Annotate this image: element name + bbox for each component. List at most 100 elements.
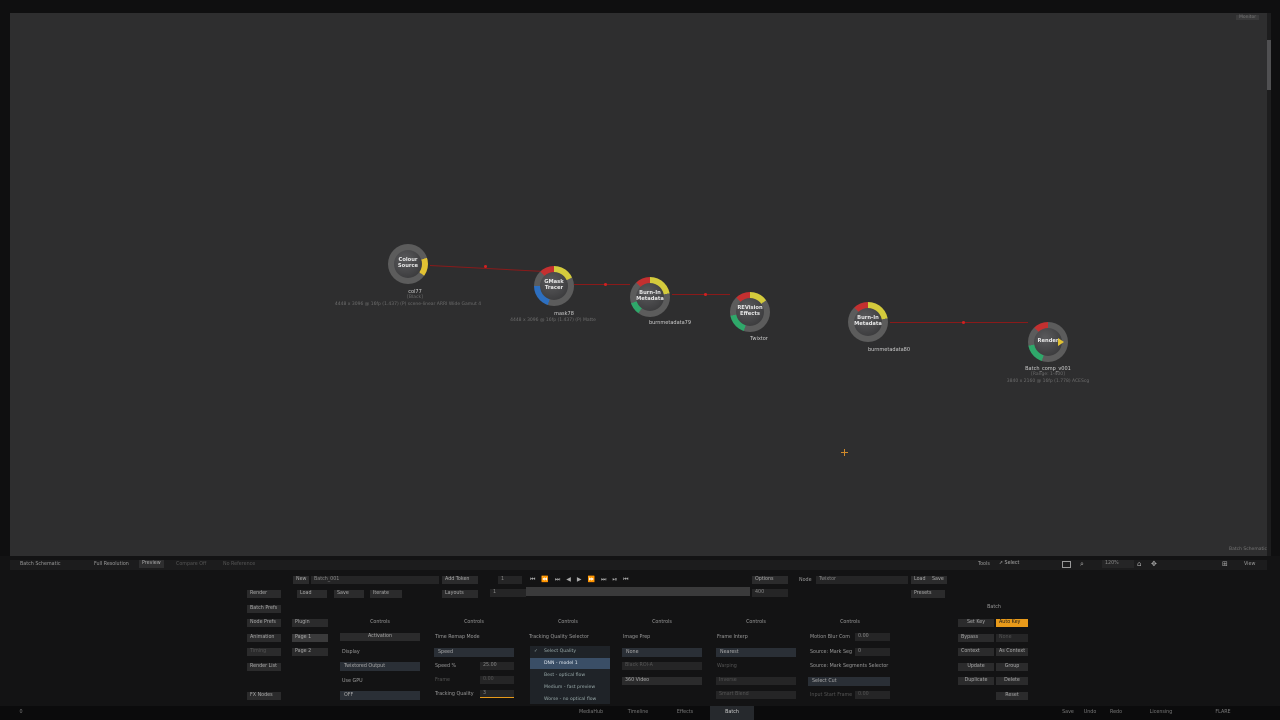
duplicate-button[interactable]: Duplicate xyxy=(958,677,994,685)
bypass-button[interactable]: Bypass xyxy=(958,634,994,642)
mark-seg-label: Source: Mark Seg xyxy=(810,650,853,655)
node-prefs-button[interactable]: Node Prefs xyxy=(247,619,281,627)
move-icon[interactable]: ✥ xyxy=(1151,560,1157,568)
transport-controls[interactable]: ⏮⏪⏭◀▶⏩⏭⏯⏮ xyxy=(530,576,748,584)
search-icon[interactable]: ⌕ xyxy=(1080,560,1084,569)
frame-view-icon[interactable] xyxy=(1062,561,1071,568)
schematic-scrollbar-thumb[interactable] xyxy=(1267,40,1271,90)
node-format: 3840 x 2160 @ 16fp (1.778) ACEScg xyxy=(1006,379,1090,384)
tab-mediahub[interactable]: MediaHub xyxy=(571,706,611,720)
select-cut-select[interactable]: Select Cut xyxy=(808,677,890,686)
frame-interp-label: Frame Interp xyxy=(717,635,748,640)
select-tool[interactable]: ➚ Select xyxy=(996,560,1054,568)
schematic-tab[interactable]: Batch Schematic xyxy=(20,562,60,567)
compare-select[interactable]: Compare Off xyxy=(176,562,206,567)
node-burn-in-metadata-80[interactable]: Burn-In Metadata xyxy=(848,302,888,342)
dropdown-option[interactable]: Worse - no optical flow xyxy=(530,694,610,705)
animation-button[interactable]: Animation xyxy=(247,634,281,642)
fx-nodes-button[interactable]: FX Nodes xyxy=(247,692,281,700)
monitor-label[interactable]: Monitor xyxy=(1236,15,1260,20)
bypass-field[interactable]: None xyxy=(996,634,1028,642)
reset-button[interactable]: Reset xyxy=(996,692,1028,700)
dropdown-option[interactable]: DNN - model 1 xyxy=(530,658,610,669)
node-title: Burn-In Metadata xyxy=(636,283,664,311)
add-token-button[interactable]: Add Token xyxy=(442,576,478,584)
range-end-field[interactable]: 400 xyxy=(752,589,788,597)
mark-seg-field[interactable]: 0 xyxy=(855,648,890,656)
save-batch-button[interactable]: Save xyxy=(334,590,364,598)
update-button[interactable]: Update xyxy=(958,663,994,671)
gpu-toggle[interactable]: OFF xyxy=(340,691,420,700)
link-arrow xyxy=(962,321,965,324)
current-frame-field[interactable]: 1 xyxy=(498,576,522,584)
time-remap-select[interactable]: Speed xyxy=(434,648,514,657)
dropdown-option[interactable]: Medium - fast preview xyxy=(530,682,610,693)
set-key-button[interactable]: Set Key xyxy=(958,619,994,627)
node-name-field[interactable]: Twixtor xyxy=(816,576,908,584)
redo-button[interactable]: Redo xyxy=(1104,706,1128,720)
page-1-tab[interactable]: Page 1 xyxy=(292,634,328,642)
tracking-quality-field[interactable]: 3 xyxy=(480,690,514,698)
batch-prefs-button[interactable]: Batch Prefs xyxy=(247,605,281,613)
dropdown-option[interactable]: Best - optical flow xyxy=(530,670,610,681)
load-batch-button[interactable]: Load xyxy=(297,590,327,598)
node-gmask-tracer[interactable]: GMask Tracer xyxy=(534,266,574,306)
iterate-button[interactable]: Iterate xyxy=(370,590,402,598)
image-prep-select[interactable]: None xyxy=(622,648,702,657)
as-context-button[interactable]: As Context xyxy=(996,648,1028,656)
frame-field[interactable]: 0.00 xyxy=(480,676,514,684)
auto-key-button[interactable]: Auto Key xyxy=(996,619,1028,627)
home-icon[interactable]: ⌂ xyxy=(1137,560,1141,568)
licensing-button[interactable]: Licensing xyxy=(1144,706,1178,720)
presets-button[interactable]: Presets xyxy=(911,590,945,598)
node-revision-effects[interactable]: REVision Effects xyxy=(730,292,770,332)
resolution-select[interactable]: Full Resolution xyxy=(94,562,129,567)
app-name: FLARE xyxy=(1215,710,1231,715)
load-node-button[interactable]: Load xyxy=(911,576,929,584)
group-button[interactable]: Group xyxy=(996,663,1028,671)
activation-button[interactable]: Activation xyxy=(340,633,420,641)
node-colour-source[interactable]: Colour Source xyxy=(388,244,428,284)
tab-effects[interactable]: Effects xyxy=(665,706,705,720)
undo-button[interactable]: Undo xyxy=(1078,706,1102,720)
zoom-field[interactable]: 120% xyxy=(1102,560,1134,568)
inverse-field[interactable]: Inverse xyxy=(716,677,796,685)
render-button[interactable]: Render xyxy=(247,590,281,598)
node-title: Burn-In Metadata xyxy=(854,308,882,336)
tab-batch[interactable]: Batch xyxy=(710,706,754,720)
context-button[interactable]: Context xyxy=(958,648,994,656)
twixtored-output-select[interactable]: Twixtored Output xyxy=(340,662,420,671)
page-2-tab[interactable]: Page 2 xyxy=(292,648,328,656)
frame-interp-select[interactable]: Nearest xyxy=(716,648,796,657)
motion-blur-field[interactable]: 0.00 xyxy=(855,633,890,641)
360-video-button[interactable]: 360 Video xyxy=(622,677,702,685)
preview-button[interactable]: Preview xyxy=(139,560,164,568)
grid-icon[interactable]: ⊞ xyxy=(1222,560,1228,568)
delete-button[interactable]: Delete xyxy=(996,677,1028,685)
timeline-scrubber[interactable] xyxy=(526,587,750,596)
tab-timeline[interactable]: Timeline xyxy=(618,706,658,720)
speed-percent-field[interactable]: 25.00 xyxy=(480,662,514,670)
time-remap-label: Time Remap Mode xyxy=(435,635,480,640)
reference-select[interactable]: No Reference xyxy=(223,562,255,567)
view-menu[interactable]: View xyxy=(1244,562,1255,567)
schematic-scrollbar[interactable] xyxy=(1267,13,1271,556)
timing-button[interactable]: Timing xyxy=(247,648,281,656)
tracking-quality-dropdown: ✓ Select Quality DNN - model 1 Best - opt… xyxy=(530,646,610,704)
smart-blend-field[interactable]: Smart Blend xyxy=(716,691,796,699)
dropdown-option[interactable]: ✓ Select Quality xyxy=(530,646,610,657)
options-button[interactable]: Options xyxy=(752,576,788,584)
black-roi-field[interactable]: Black ROI-A xyxy=(622,662,702,670)
input-start-field[interactable]: 0.00 xyxy=(855,691,890,699)
batch-name-field[interactable]: Batch_001 xyxy=(311,576,439,584)
plugin-tab[interactable]: Plugin xyxy=(292,619,328,627)
range-start-field[interactable]: 1 xyxy=(490,589,526,597)
save-status-button[interactable]: Save xyxy=(1058,706,1078,720)
tracking-quality-selector-label: Tracking Quality Selector xyxy=(529,635,589,640)
node-burn-in-metadata-79[interactable]: Burn-In Metadata xyxy=(630,277,670,317)
save-node-button[interactable]: Save xyxy=(929,576,947,584)
render-list-button[interactable]: Render List xyxy=(247,663,281,671)
new-batch-button[interactable]: New xyxy=(293,576,310,584)
node-render[interactable]: Render xyxy=(1028,322,1068,362)
layouts-button[interactable]: Layouts xyxy=(442,590,478,598)
